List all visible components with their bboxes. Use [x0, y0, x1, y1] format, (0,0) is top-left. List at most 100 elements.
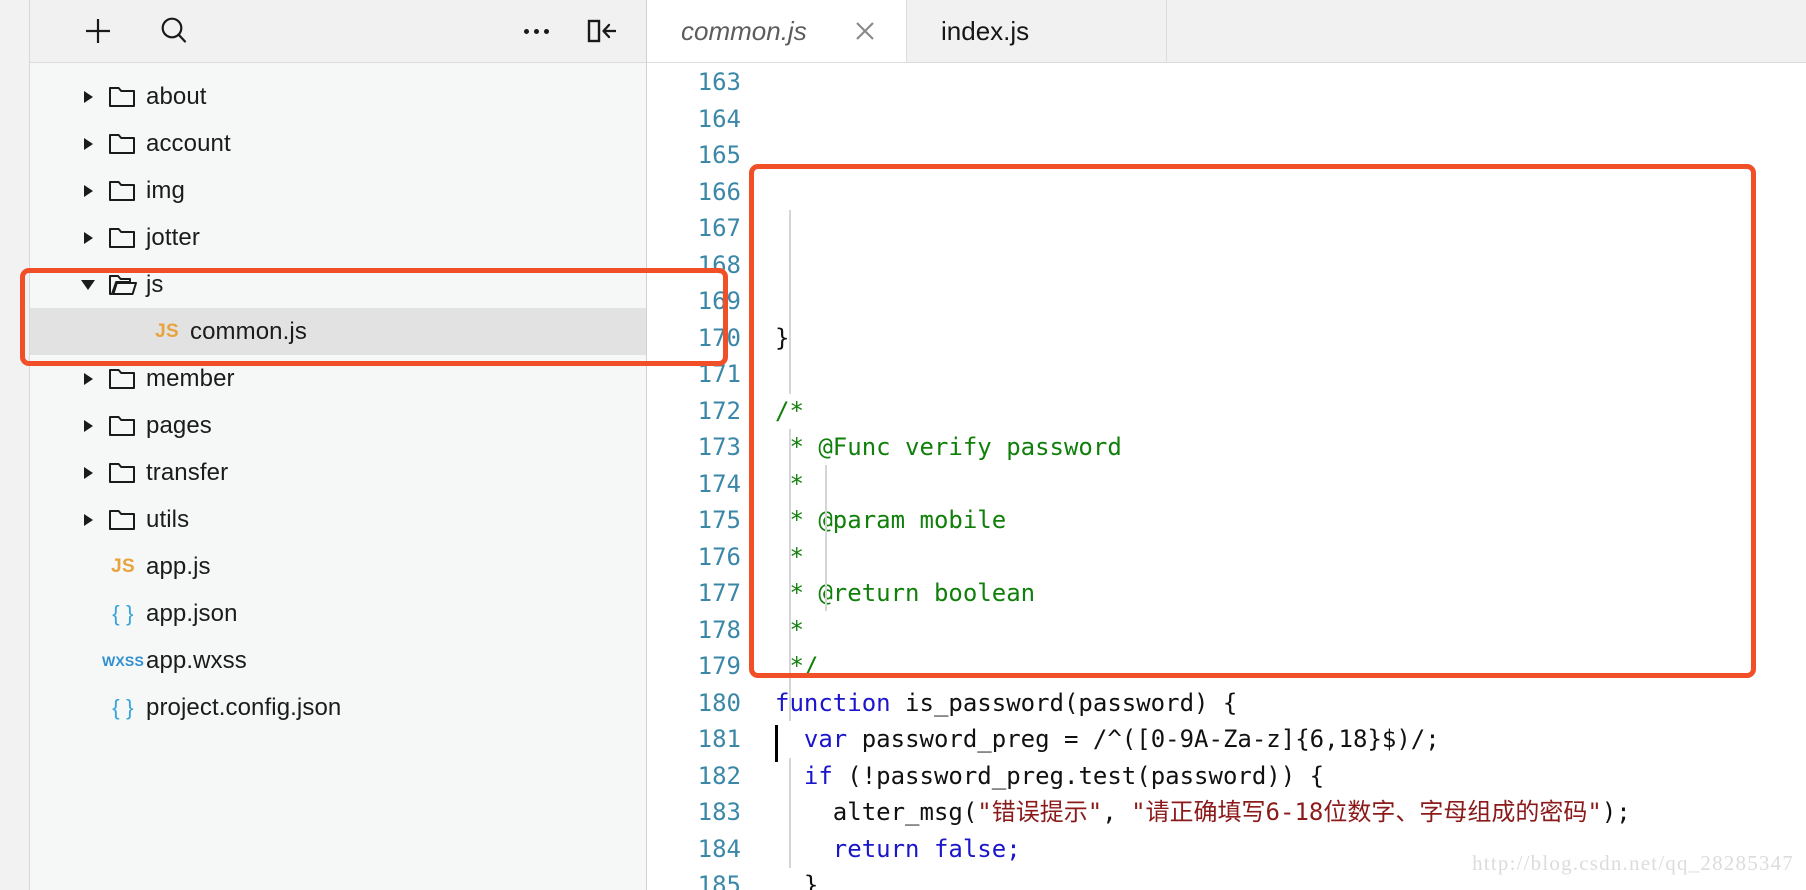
watermark: http://blog.csdn.net/qq_28285347: [1472, 851, 1794, 875]
tree-folder-row[interactable]: js: [30, 261, 646, 308]
indent-guide: [825, 465, 827, 611]
code-line[interactable]: * @param mobile: [775, 502, 1806, 539]
close-icon: [856, 22, 874, 40]
code-area[interactable]: 163 164 165 166 167 168 169 170 171 172 173 174 175 1…: [647, 63, 1806, 890]
code-content[interactable]: } /* * @Func verify password * * @param m…: [757, 64, 1806, 890]
search-button[interactable]: [152, 9, 196, 53]
editor-tab[interactable]: common.js: [647, 0, 907, 62]
code-line[interactable]: var password_preg = /^([0-9A-Za-z]{6,18}…: [775, 721, 1806, 758]
js-file-icon: JS: [111, 555, 135, 577]
tree-folder-row[interactable]: pages: [30, 402, 646, 449]
tree-item-icon: [102, 507, 144, 533]
code-line[interactable]: function is_password(password) {: [775, 685, 1806, 722]
tree-folder-row[interactable]: utils: [30, 496, 646, 543]
chevron-right-icon[interactable]: [74, 466, 102, 479]
tree-file-row[interactable]: { } app.json: [30, 590, 646, 637]
editor-tabbar[interactable]: common.js index.js: [647, 0, 1806, 63]
folder-icon: [109, 368, 135, 389]
chevron-right-icon[interactable]: [74, 137, 102, 150]
activity-rail: [0, 0, 30, 890]
code-line[interactable]: */: [775, 648, 1806, 685]
code-line[interactable]: * @return boolean: [775, 575, 1806, 612]
line-number: 176: [697, 542, 741, 571]
tree-file-row[interactable]: { } project.config.json: [30, 684, 646, 731]
tree-item-icon: [102, 460, 144, 486]
js-file-icon: JS: [155, 320, 179, 342]
line-number: 170: [697, 323, 741, 352]
chevron-right-icon[interactable]: [74, 90, 102, 103]
code-token: */: [775, 652, 819, 680]
tree-item-icon: WXSS: [102, 653, 144, 669]
code-line[interactable]: alter_msg("错误提示", "请正确填写6-18位数字、字母组成的密码"…: [775, 794, 1806, 831]
tree-folder-row[interactable]: jotter: [30, 214, 646, 261]
code-token: password_preg = /^([0-9A-Za-z]{6,18}$)/;: [847, 725, 1440, 753]
code-token: * @return boolean: [775, 579, 1036, 607]
collapse-sidebar-button[interactable]: [580, 9, 624, 53]
tree-file-row[interactable]: WXSS app.wxss: [30, 637, 646, 684]
code-line[interactable]: if (!password_preg.test(password)) {: [775, 758, 1806, 795]
chevron-down-icon[interactable]: [74, 279, 102, 290]
tree-item-icon: [102, 413, 144, 439]
code-line[interactable]: /*: [775, 393, 1806, 430]
line-number: 169: [697, 287, 741, 315]
line-number: 167: [697, 214, 741, 242]
line-number: 182: [697, 761, 741, 790]
indent-guide: [789, 210, 791, 394]
code-token: }: [775, 871, 819, 890]
line-number: 175: [697, 506, 741, 534]
plus-icon: [86, 19, 110, 43]
tree-item-label: common.js: [190, 317, 307, 345]
disclosure-triangle: [83, 90, 93, 103]
tree-item-label: account: [146, 129, 231, 157]
tree-folder-row[interactable]: transfer: [30, 449, 646, 496]
more-options-button[interactable]: [514, 9, 558, 53]
line-number-gutter: 163 164 165 166 167 168 169 170 171 172 173 174 175 1…: [647, 64, 757, 890]
tree-item-label: utils: [146, 505, 190, 533]
code-line[interactable]: *: [775, 539, 1806, 576]
tree-item-label: project.config.json: [146, 693, 342, 721]
chevron-right-icon[interactable]: [74, 372, 102, 385]
chevron-right-icon[interactable]: [74, 419, 102, 432]
explorer-toolbar: [30, 0, 646, 63]
chevron-right-icon[interactable]: [74, 184, 102, 197]
tree-item-icon: { }: [102, 601, 144, 627]
code-token: is_password(password) {: [890, 688, 1238, 717]
code-line[interactable]: [775, 356, 1806, 393]
code-line[interactable]: *: [775, 612, 1806, 649]
tree-file-row[interactable]: JS app.js: [30, 543, 646, 590]
code-token: if: [803, 761, 833, 790]
line-number: 166: [697, 177, 741, 206]
tree-file-row[interactable]: JS common.js: [30, 308, 646, 355]
folder-icon: [109, 227, 135, 248]
code-token: return false;: [832, 834, 1021, 863]
disclosure-triangle: [83, 231, 93, 244]
file-tree[interactable]: about account img jotter js JS common.js member…: [30, 63, 646, 890]
line-number: 179: [697, 652, 741, 680]
ide-window: about account img jotter js JS common.js member…: [0, 0, 1806, 890]
wxss-file-icon: WXSS: [101, 652, 145, 669]
code-line[interactable]: }: [775, 320, 1806, 357]
add-file-button[interactable]: [76, 9, 120, 53]
chevron-right-icon[interactable]: [74, 513, 102, 526]
tree-item-label: transfer: [146, 458, 229, 486]
tree-folder-row[interactable]: img: [30, 167, 646, 214]
tree-folder-row[interactable]: about: [30, 73, 646, 120]
editor-tab[interactable]: index.js: [907, 0, 1167, 62]
folder-icon: [109, 415, 135, 436]
tree-folder-row[interactable]: account: [30, 120, 646, 167]
line-number: 174: [697, 469, 741, 498]
tree-folder-row[interactable]: member: [30, 355, 646, 402]
code-line[interactable]: *: [775, 466, 1806, 503]
tree-item-label: member: [146, 364, 235, 392]
editor-tab-label: common.js: [681, 15, 807, 46]
disclosure-triangle: [83, 137, 93, 150]
tab-close-button[interactable]: [850, 16, 880, 46]
tree-item-icon: [102, 225, 144, 251]
disclosure-triangle: [83, 466, 93, 479]
code-line[interactable]: * @Func verify password: [775, 429, 1806, 466]
chevron-right-icon[interactable]: [74, 231, 102, 244]
line-number: 184: [697, 834, 741, 863]
tree-item-label: pages: [146, 411, 212, 439]
code-token: "请正确填写6-18位数字、字母组成的密码": [1131, 798, 1602, 826]
